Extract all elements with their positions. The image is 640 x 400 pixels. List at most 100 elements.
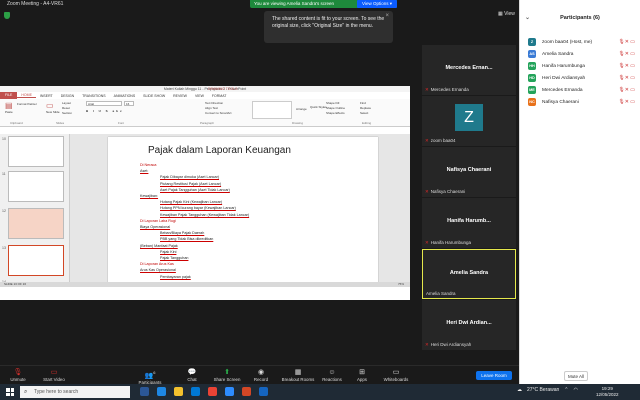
participant-name: Amelia Sandra [542,51,574,57]
ribbon-tab: ANIMATIONS [113,93,136,98]
breakout-rooms-button[interactable]: ▦ Breakout Rooms [279,368,317,382]
ppt-ribbon: ▤ Paste Format Painter ▭ New Slide Layout R… [0,99,410,127]
whiteboard-icon: ▭ [392,369,400,376]
mic-muted-icon: ✕ [425,87,429,92]
participant-name: Mercedes Ernanda [542,87,583,93]
slide-text-line: Biaya Operasional [140,225,171,229]
mute-all-button[interactable]: Mute All [564,371,589,381]
participant-row[interactable]: Zzoom baa04 (Host, me) 🎙✕ ▭ [520,36,640,48]
tile-name: Nafisya Chaerani [446,167,492,173]
avatar: HH [528,62,536,70]
video-tile[interactable]: Amelia Sandra Amelia Sandra [422,249,516,299]
slide-text-line: Arus Kas Operasional [140,268,176,273]
muted-status-icon: 🎙✕ ▭ [618,51,635,57]
edge-icon[interactable] [157,387,166,396]
tile-name: Hanifa Harumb... [447,218,491,224]
chevron-up-icon[interactable]: ⌃ [564,387,568,393]
ribbon-tab: INSERT [39,93,53,98]
unmute-button[interactable]: 🎙 Unmute [0,368,36,382]
slide-text-line: Aset: [140,169,149,174]
mic-muted-icon: ✕ [425,342,429,347]
participants-footer: Mute All [520,368,640,384]
avatar: HD [528,74,536,82]
close-icon[interactable]: × [385,13,389,21]
slide-thumb [8,171,64,202]
viewing-text: You are viewing Amelia Sandra's screen [254,1,334,6]
ribbon-tab: TRANSITIONS [82,93,106,98]
whiteboards-button[interactable]: ▭ Whiteboards [378,368,414,382]
font-size-select: 16 [124,101,134,106]
slide-text-line: Kewajiban Pajak Tangguhan (Kewajiban Tid… [160,212,250,217]
task-view-icon[interactable] [140,387,149,396]
wifi-icon[interactable]: ◠ [574,387,578,393]
ribbon-tab: DESIGN [60,93,75,98]
participant-row[interactable]: NC Nafisya Chaerani 🎙✕ ▭ [520,96,640,108]
ppt-status-bar: SLIDE 13 OF 16 75% [0,282,410,287]
taskbar-search-input[interactable]: ⌕ Type here to search [20,386,130,398]
chat-button[interactable]: 💬 Chat [174,368,210,382]
tile-label: ✕ Mercedes Ernanda [425,87,469,92]
view-options-button[interactable]: View Options ▾ [357,0,397,8]
file-explorer-icon[interactable] [174,387,183,396]
video-tile[interactable]: Heri Dwi Ardian... ✕ Heri Dwi Ardiansyah [422,300,516,350]
video-tile[interactable]: Mercedes Ernan... ✕ Mercedes Ernanda [422,45,516,95]
participants-header: ⌄ Participants (6) [525,14,600,21]
start-video-button[interactable]: ▭ Start Video [36,368,72,382]
slide-thumb [8,136,64,167]
chrome-icon[interactable] [208,387,217,396]
avatar: AS [528,50,536,58]
font-select: Arial [86,101,122,106]
participant-row[interactable]: ME Mercedes Ernanda 🎙✕ ▭ [520,84,640,96]
participant-row[interactable]: HD Heri Dwi Ardiansyah 🎙✕ ▭ [520,72,640,84]
tile-label: ✕ zoom baa04 [425,138,456,143]
participant-name: Hanifa Harumbunga [542,63,585,69]
chat-icon: 💬 [187,369,197,376]
shared-screen[interactable]: Materi Kuliah Minggu 11 - Perpajakan 2 -… [0,86,410,300]
share-arrow-icon: ⬆ [224,369,230,376]
tile-label: ✕ Hanifa Harumbunga [425,240,472,245]
slide-thumbnails: 10 11 12 13 14 [0,134,70,284]
record-button[interactable]: ◉ Record [243,368,279,382]
ppt-title-bar: Materi Kuliah Minggu 11 - Perpajakan 2 -… [0,86,410,92]
video-tile[interactable]: Z ✕ zoom baa04 [422,96,516,146]
word-icon[interactable] [259,387,268,396]
slide-text-line: Pajak Tangguhan [160,256,189,260]
participants-button[interactable]: 👥6 Participants [132,368,168,385]
clock[interactable]: 19:29 12/05/2022 [596,386,619,398]
participant-row[interactable]: HH Hanifa Harumbunga 🎙✕ ▭ [520,60,640,72]
slide-editor: Pajak dalam Laporan Keuangan Di Neraca As… [70,134,410,283]
security-shield-icon[interactable] [4,12,10,19]
avatar: NC [528,98,536,106]
muted-status-icon: 🎙✕ ▭ [618,39,635,45]
slide-text-line: Di Laporan Laba Rugi [140,218,176,223]
share-screen-button[interactable]: ⬆ Share Screen [209,368,245,382]
slide-text-line: Aset Pajak Tangguhan (Aset Tidak Lancar) [160,187,230,192]
apps-button[interactable]: ⊞ Apps [344,368,380,382]
leave-room-button[interactable]: Leave Room [476,371,512,380]
new-slide-button: ▭ New Slide [46,101,60,114]
participant-name: Heri Dwi Ardiansyah [542,75,586,81]
slide-text-line: Hutang Pajak Kini (Kewajiban Lancar) [160,200,223,205]
ribbon-tab: FILE [0,92,18,99]
mic-muted-icon: ✕ [425,240,429,245]
powerpoint-icon[interactable] [242,387,251,396]
slide-text-line: Kewajiban: [140,194,159,198]
ribbon-tab: VIEW [194,93,204,98]
windows-start-icon[interactable] [6,388,14,396]
record-icon: ◉ [257,369,265,376]
fit-screen-toast: The shared content is fit to your screen… [264,11,393,43]
muted-status-icon: 🎙✕ ▭ [618,99,635,105]
slide-thumb [8,208,64,239]
participant-row[interactable]: AS Amelia Sandra 🎙✕ ▭ [520,48,640,60]
tile-label: Amelia Sandra [426,291,456,296]
video-tile[interactable]: Nafisya Chaerani ✕ Nafisya Chaerani [422,147,516,197]
video-tile[interactable]: Hanifa Harumb... ✕ Hanifa Harumbunga [422,198,516,248]
chevron-down-icon[interactable]: ⌄ [525,14,530,21]
participant-name: Nafisya Chaerani [542,99,579,105]
slide-text-line: Hutang PPN kurang bayar (Kewajiban Lanca… [160,206,236,211]
tile-label: ✕ Heri Dwi Ardiansyah [425,342,472,347]
meeting-toolbar: 🎙 Unmute ▭ Start Video 👥6 Participants 💬 Cha… [0,365,519,385]
view-button[interactable]: ▦ View [498,11,515,17]
store-icon[interactable] [191,387,200,396]
zoom-app-icon[interactable] [225,387,234,396]
